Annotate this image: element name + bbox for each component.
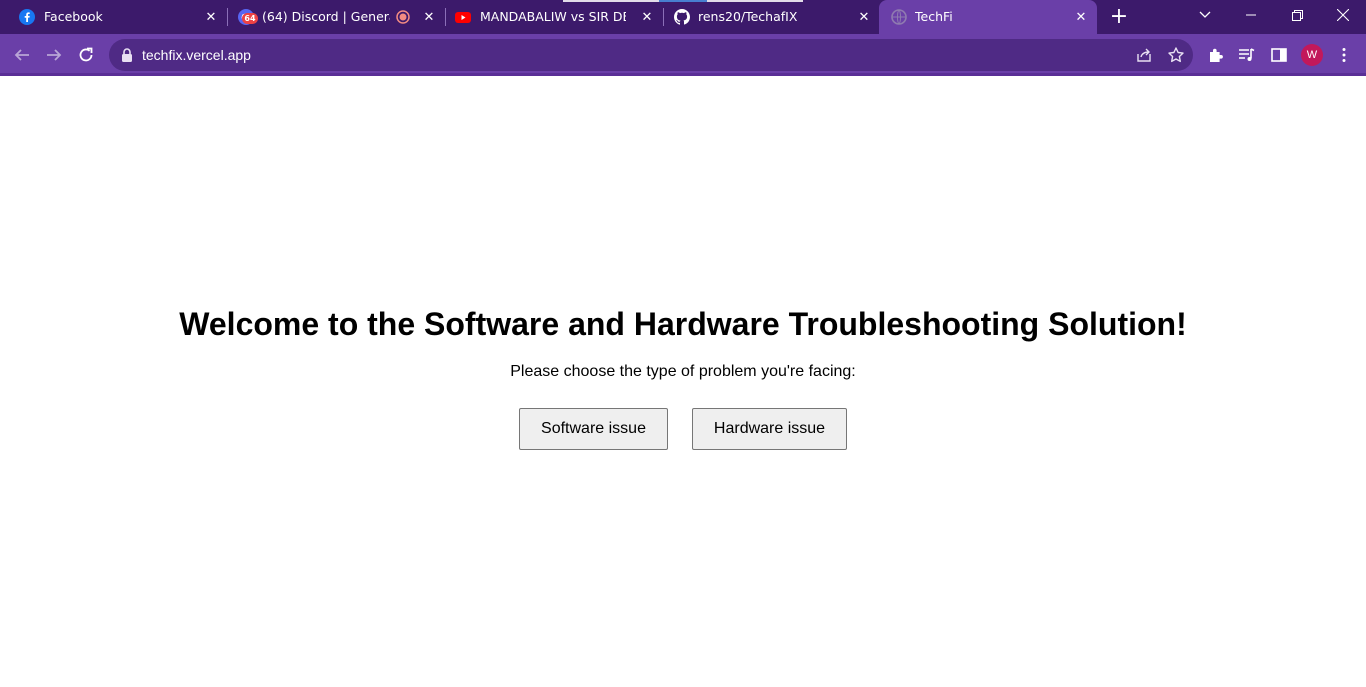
extensions-icon[interactable] [1207, 46, 1225, 64]
github-icon [674, 9, 690, 25]
close-icon [1337, 9, 1349, 21]
tab-github[interactable]: rens20/TechafIX ✕ [664, 0, 878, 34]
back-button[interactable] [10, 43, 34, 67]
lock-icon[interactable] [121, 48, 133, 62]
software-issue-button[interactable]: Software issue [519, 408, 668, 450]
page-content: Welcome to the Software and Hardware Tro… [0, 76, 1366, 687]
youtube-icon [455, 12, 471, 23]
tab-facebook[interactable]: Facebook ✕ [0, 0, 226, 34]
reload-button[interactable] [74, 43, 98, 67]
share-icon[interactable] [1135, 46, 1153, 64]
close-icon[interactable]: ✕ [1073, 9, 1089, 25]
chevron-down-icon [1199, 11, 1211, 18]
more-options-icon[interactable] [1335, 46, 1353, 64]
tab-discord[interactable]: 64 (64) Discord | General | I ✕ [228, 0, 444, 34]
restore-button[interactable] [1274, 0, 1320, 30]
browser-toolbar: techfix.vercel.app W [0, 34, 1366, 76]
close-window-button[interactable] [1320, 0, 1366, 30]
arrow-right-icon [47, 49, 62, 61]
tab-title: TechFi [915, 9, 953, 24]
side-panel-icon[interactable] [1270, 46, 1288, 64]
close-icon[interactable]: ✕ [856, 9, 872, 25]
arrow-left-icon [14, 49, 29, 61]
forward-button[interactable] [42, 43, 66, 67]
tab-title: (64) Discord | General | I [262, 9, 390, 24]
minimize-icon [1246, 14, 1256, 16]
tab-techfi[interactable]: TechFi ✕ [879, 0, 1097, 34]
hardware-issue-button[interactable]: Hardware issue [692, 408, 847, 450]
page-title: Welcome to the Software and Hardware Tro… [179, 306, 1187, 342]
new-tab-button[interactable]: + [1109, 6, 1129, 28]
url-text: techfix.vercel.app [142, 47, 251, 63]
star-icon[interactable] [1167, 46, 1185, 64]
media-control-icon[interactable] [1238, 46, 1256, 64]
globe-icon [891, 9, 907, 25]
close-icon[interactable]: ✕ [203, 9, 219, 25]
facebook-icon [19, 9, 35, 25]
close-icon[interactable]: ✕ [421, 9, 437, 25]
page-prompt: Please choose the type of problem you're… [510, 363, 856, 380]
close-icon[interactable]: ✕ [639, 9, 655, 25]
notification-badge: 64 [242, 13, 258, 24]
recording-icon [396, 10, 410, 24]
reload-icon [79, 47, 93, 62]
tab-youtube[interactable]: MANDABALIW vs SIR DEO | ✕ [446, 0, 662, 34]
minimize-button[interactable] [1228, 0, 1274, 30]
restore-icon [1291, 9, 1303, 21]
address-bar[interactable]: techfix.vercel.app [109, 39, 1193, 71]
tab-search-button[interactable] [1182, 0, 1228, 30]
avatar[interactable]: W [1301, 44, 1323, 66]
tab-title: Facebook [44, 9, 103, 24]
tab-title: rens20/TechafIX [698, 9, 798, 24]
tab-strip: Facebook ✕ 64 (64) Discord | General | I… [0, 0, 1366, 34]
tab-title: MANDABALIW vs SIR DEO | [480, 9, 626, 24]
